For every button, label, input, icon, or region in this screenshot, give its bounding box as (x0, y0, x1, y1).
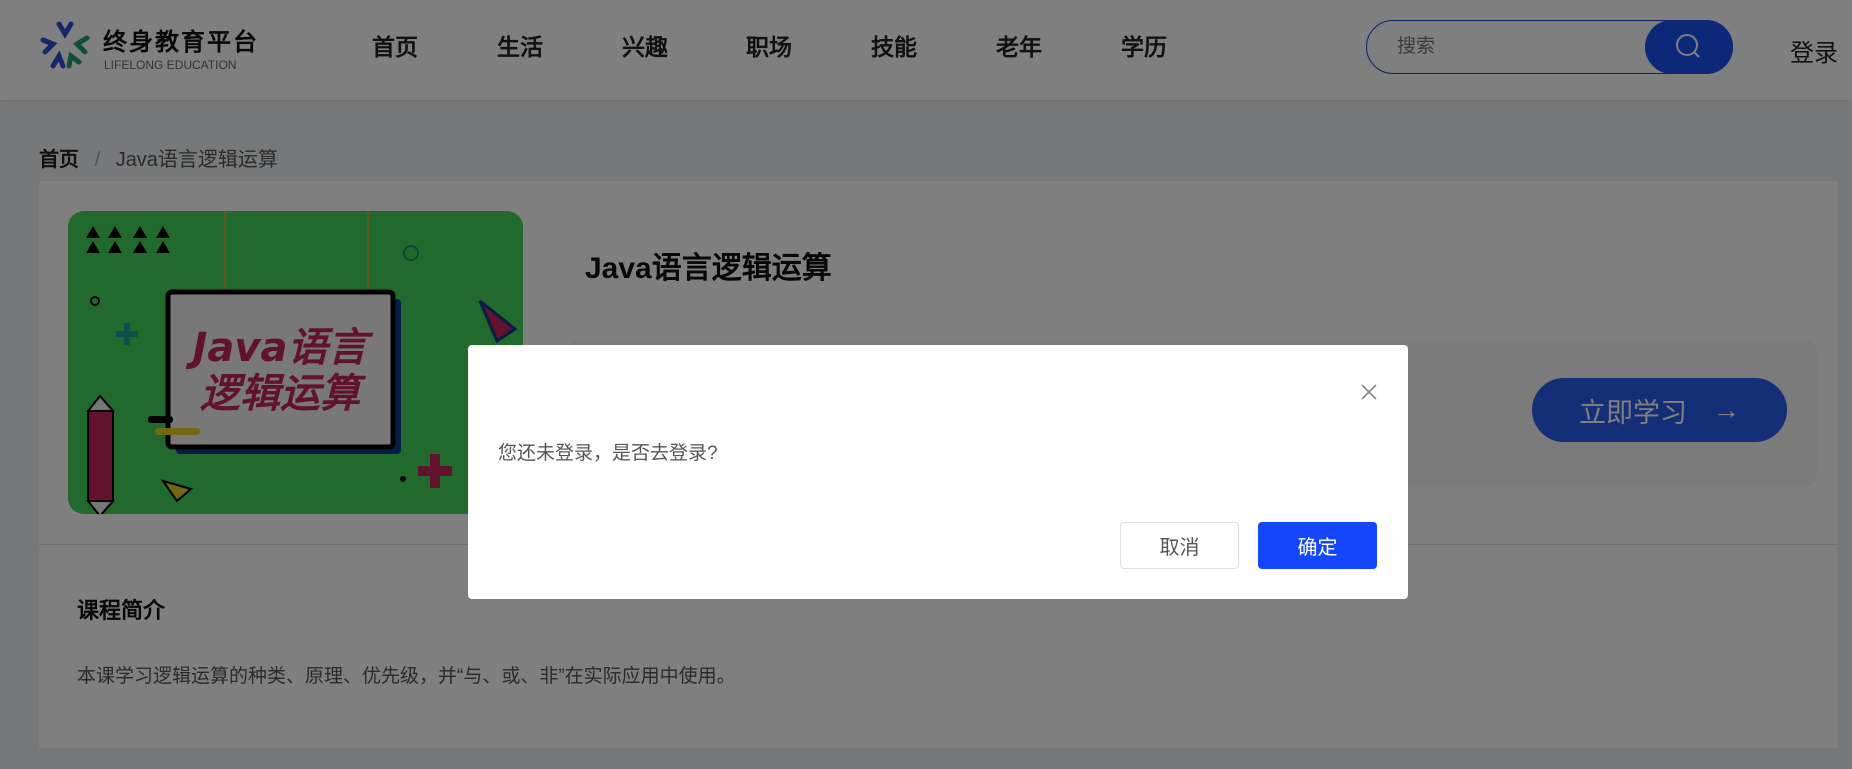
cancel-button[interactable]: 取消 (1120, 522, 1239, 569)
confirm-button[interactable]: 确定 (1258, 522, 1377, 569)
close-icon[interactable] (1358, 381, 1380, 403)
login-confirm-dialog: 您还未登录，是否去登录? 取消 确定 (468, 345, 1408, 599)
dialog-message: 您还未登录，是否去登录? (498, 443, 718, 464)
